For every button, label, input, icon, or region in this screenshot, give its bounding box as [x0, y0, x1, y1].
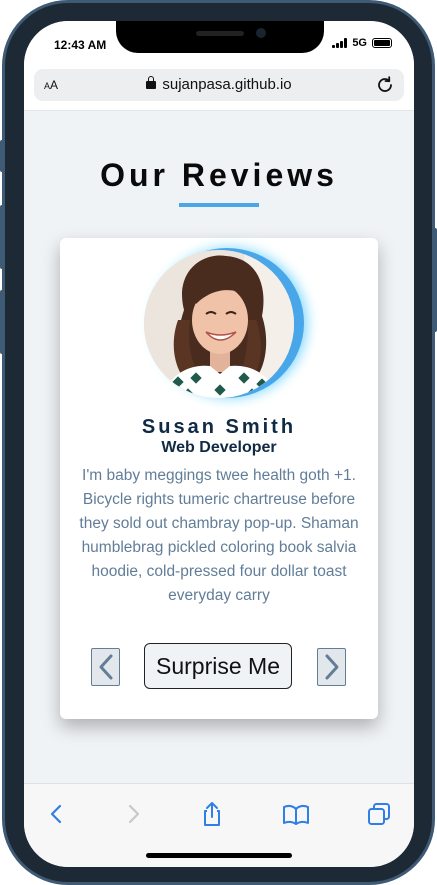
review-card: Susan Smith Web Developer I'm baby meggi… — [60, 238, 378, 719]
prev-button[interactable] — [91, 648, 120, 686]
address-bar[interactable]: AA sujanpasa.github.io — [34, 69, 404, 101]
url-display[interactable]: sujanpasa.github.io — [34, 76, 404, 93]
signal-icon — [332, 38, 348, 48]
status-indicators: 5G — [332, 37, 392, 49]
page-content: Our Reviews Susan Smith Web Developer I'… — [24, 111, 414, 783]
back-icon[interactable] — [43, 800, 71, 828]
status-time: 12:43 AM — [54, 38, 107, 52]
power-button — [433, 228, 437, 332]
chevron-left-icon — [99, 654, 112, 680]
home-indicator — [146, 853, 292, 858]
speaker — [196, 31, 244, 36]
tabs-icon[interactable] — [365, 800, 393, 828]
review-text: I'm baby meggings twee health goth +1. B… — [79, 467, 359, 604]
person-image — [144, 250, 294, 398]
notch — [116, 21, 324, 53]
volume-up-button — [0, 205, 4, 269]
chevron-right-icon — [325, 654, 338, 680]
avatar-container — [144, 248, 306, 398]
address-bar-area: AA sujanpasa.github.io — [24, 69, 414, 111]
surprise-me-button[interactable]: Surprise Me — [144, 643, 292, 689]
reviewer-name: Susan Smith — [141, 416, 297, 438]
front-camera — [256, 28, 266, 38]
reviewer-job: Web Developer — [161, 439, 277, 456]
mute-switch — [0, 140, 4, 172]
reload-icon[interactable] — [374, 74, 396, 96]
status-bar: 12:43 AM 5G — [24, 21, 414, 69]
battery-icon — [372, 38, 392, 48]
next-button[interactable] — [317, 648, 346, 686]
share-icon[interactable] — [198, 800, 226, 828]
network-label: 5G — [352, 37, 367, 49]
volume-down-button — [0, 290, 4, 354]
forward-icon — [128, 804, 140, 824]
bookmarks-icon[interactable] — [282, 800, 310, 828]
title-underline — [179, 203, 259, 207]
screen: 12:43 AM 5G AA sujanpasa.github.io Our R… — [24, 21, 414, 867]
avatar — [144, 250, 294, 398]
page-title: Our Reviews — [100, 157, 338, 193]
lock-icon — [146, 76, 157, 89]
url-text: sujanpasa.github.io — [162, 76, 292, 93]
